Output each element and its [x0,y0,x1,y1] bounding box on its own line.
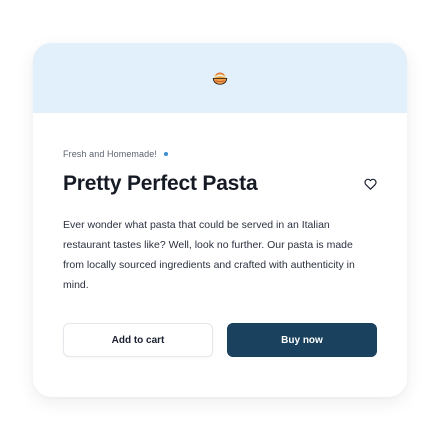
product-tagline: Fresh and Homemade! [63,149,157,159]
favorite-button[interactable] [361,175,379,193]
product-hero [33,43,407,113]
product-description: Ever wonder what pasta that could be ser… [63,219,355,291]
title-row: Pretty Perfect Pasta [63,169,377,199]
heart-icon [363,178,377,190]
tagline-row: Fresh and Homemade! [63,147,377,161]
product-card: Fresh and Homemade! Pretty Perfect Pasta… [33,43,407,397]
add-to-cart-button[interactable]: Add to cart [63,323,213,357]
tagline-dot [163,152,168,156]
card-actions: Add to cart Buy now [63,323,377,357]
pasta-bowl-icon [212,72,228,85]
product-title: Pretty Perfect Pasta [63,172,258,195]
buy-now-button[interactable]: Buy now [227,323,377,357]
